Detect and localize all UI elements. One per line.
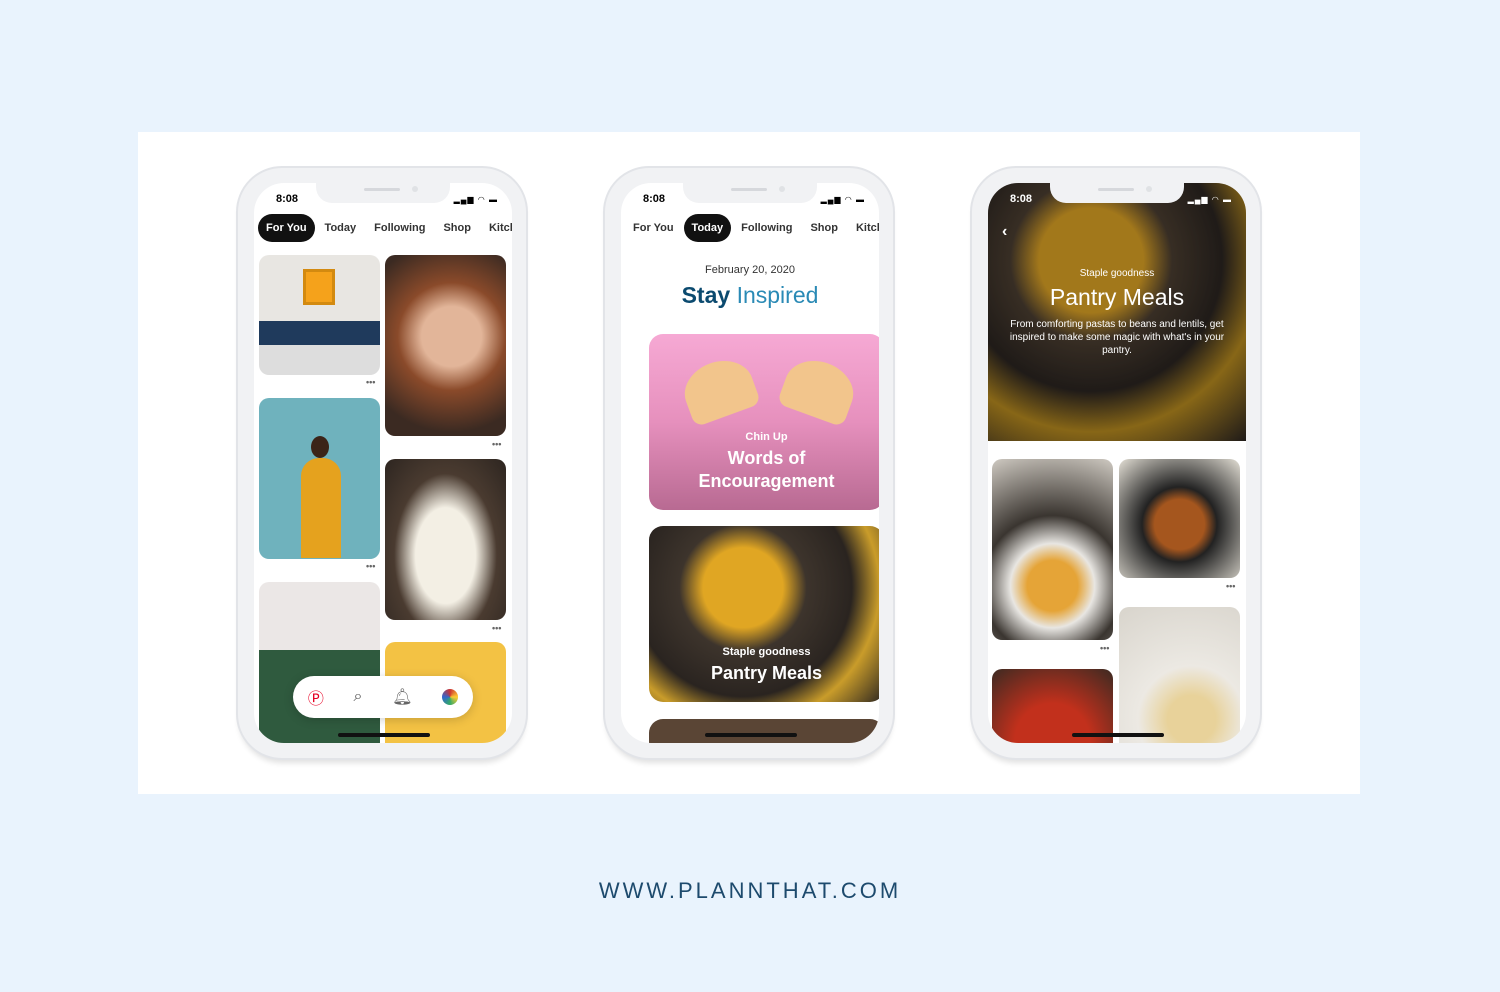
tab-following[interactable]: Following (366, 214, 433, 242)
more-icon[interactable]: ••• (1100, 643, 1109, 653)
phone-pantry-meals: 8:08 ▂▄▆ ◠ ▬ ‹ Staple goodness Pantry Me… (970, 166, 1262, 760)
more-icon[interactable]: ••• (492, 623, 501, 633)
status-time: 8:08 (643, 193, 666, 205)
tab-for-you[interactable]: For You (258, 214, 315, 242)
search-icon[interactable]: ⌕ (354, 688, 363, 706)
bottom-nav: Ⓟ ⌕ 🔔︎ (293, 676, 473, 718)
footer-url[interactable]: WWW.PLANNTHAT.COM (0, 878, 1500, 904)
tab-today[interactable]: Today (683, 214, 732, 242)
pin-pasta-plates[interactable] (992, 459, 1113, 640)
tab-bar: For You Today Following Shop Kitcl (625, 214, 879, 242)
more-icon[interactable]: ••• (366, 377, 375, 387)
today-title: Stay Inspired (681, 282, 819, 308)
card-next[interactable] (649, 719, 879, 743)
pin-pasta-bowls[interactable] (1119, 607, 1240, 743)
home-indicator (1072, 733, 1164, 737)
more-icon[interactable]: ••• (1226, 581, 1235, 591)
tab-kitchen[interactable]: Kitcl (481, 214, 512, 242)
pin-portrait[interactable] (385, 255, 506, 436)
pin-yellow-jacket[interactable] (259, 398, 380, 559)
status-icons: ▂▄▆ ◠ ▬ (453, 195, 498, 204)
pin-living-room[interactable] (259, 255, 380, 375)
home-indicator (705, 733, 797, 737)
back-chevron-icon[interactable]: ‹ (1002, 223, 1007, 241)
card-words-of-encouragement[interactable]: Chin Up Words of Encouragement (649, 334, 879, 510)
pinterest-home-icon[interactable]: Ⓟ (308, 685, 324, 709)
today-date: February 20, 2020 (705, 264, 795, 276)
more-icon[interactable]: ••• (366, 561, 375, 571)
status-icons: ▂▄▆ ◠ ▬ (820, 195, 865, 204)
hero-image: ‹ Staple goodness Pantry Meals From comf… (988, 183, 1246, 441)
card-pantry-meals[interactable]: Staple goodness Pantry Meals (649, 526, 879, 702)
phone-for-you: 8:08 ▂▄▆ ◠ ▬ For You Today Following Sho… (236, 166, 528, 760)
pin-plant[interactable] (259, 582, 380, 743)
bell-icon[interactable]: 🔔︎ (392, 687, 412, 707)
tab-shop[interactable]: Shop (435, 214, 479, 242)
pin-tacos[interactable] (385, 459, 506, 620)
phone-today: 8:08 ▂▄▆ ◠ ▬ For You Today Following Sho… (603, 166, 895, 760)
more-icon[interactable]: ••• (492, 439, 501, 449)
pin-curry-pan[interactable] (1119, 459, 1240, 578)
tab-today[interactable]: Today (317, 214, 365, 242)
tab-following[interactable]: Following (733, 214, 800, 242)
tab-for-you[interactable]: For You (625, 214, 682, 242)
status-time: 8:08 (1010, 193, 1033, 205)
status-time: 8:08 (276, 193, 299, 205)
status-icons: ▂▄▆ ◠ ▬ (1187, 195, 1232, 204)
tab-bar: For You Today Following Shop Kitcl (258, 214, 512, 242)
pin-shakshuka[interactable] (992, 669, 1113, 743)
tab-shop[interactable]: Shop (802, 214, 846, 242)
home-indicator (338, 733, 430, 737)
profile-avatar-icon[interactable] (442, 689, 459, 705)
tab-kitchen[interactable]: Kitcl (848, 214, 879, 242)
